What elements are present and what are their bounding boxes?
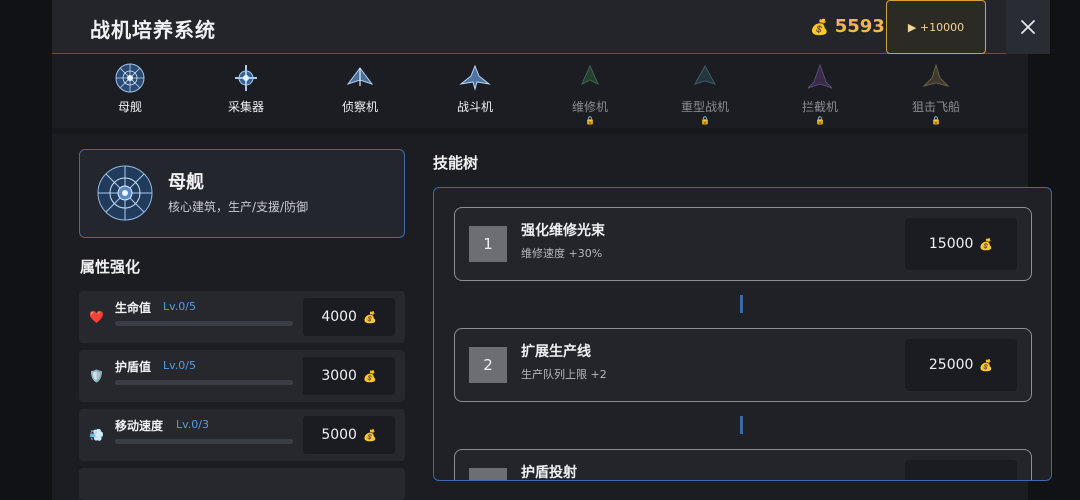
interceptor-icon [807, 63, 833, 89]
skill-tree-panel: 1 强化维修光束 维修速度 +30% 15000 💰 2 扩展生产线 生产队列上… [433, 187, 1052, 481]
ship-tabs: 母舰 采集器 侦察机 战斗机 维修机 🔒 重型战机 🔒 拦截机 🔒 狙击飞船 🔒 [72, 56, 972, 128]
tab-repair[interactable]: 维修机 🔒 [540, 56, 640, 128]
tab-fighter[interactable]: 战斗机 [425, 56, 525, 128]
coin-balance: 💰 5593 [810, 16, 885, 37]
skill-tree-title: 技能树 [433, 154, 479, 172]
shield-icon: 🛡️ [89, 369, 104, 383]
upgrade-button[interactable]: 4000 💰 [303, 298, 395, 336]
tab-label: 战斗机 [456, 100, 493, 114]
sniper-ship-icon [922, 63, 950, 87]
skill-description: 维修速度 +30% [521, 247, 603, 260]
skill-number [469, 468, 507, 480]
lock-icon: 🔒 [585, 116, 595, 125]
tab-label: 重型战机 [680, 100, 729, 114]
level-progress-bar [115, 439, 293, 444]
skill-name: 扩展生产线 [521, 344, 591, 360]
tab-sniper[interactable]: 狙击飞船 🔒 [886, 56, 986, 128]
cost-value: 3000 [321, 368, 357, 384]
harvester-icon [235, 65, 257, 91]
speed-icon: 💨 [89, 428, 104, 442]
skill-connector [740, 416, 743, 434]
selected-ship-card: 母舰 核心建筑，生产/支援/防御 [79, 149, 405, 238]
skill-connector [740, 295, 743, 313]
attribute-level: Lv.0/5 [163, 300, 196, 313]
money-bag-icon: 💰 [979, 358, 994, 372]
coin-amount: 5593 [834, 16, 885, 37]
header-bar: 战机培养系统 💰 5593 ▶ +10000 [52, 0, 1050, 54]
money-bag-icon: 💰 [362, 369, 377, 383]
skill-node[interactable]: 护盾投射 [454, 449, 1032, 481]
heavy-fighter-icon [693, 64, 717, 85]
attribute-name: 生命值 [115, 301, 152, 315]
money-bag-icon: 💰 [362, 428, 377, 442]
ship-description: 核心建筑，生产/支援/防御 [168, 200, 309, 214]
repair-ship-icon [580, 64, 600, 86]
attribute-row-partial [79, 468, 405, 500]
cost-value: 4000 [321, 309, 357, 325]
skill-node[interactable]: 1 强化维修光束 维修速度 +30% 15000 💰 [454, 207, 1032, 281]
skill-node[interactable]: 2 扩展生产线 生产队列上限 +2 25000 💰 [454, 328, 1032, 402]
level-progress-bar [115, 321, 293, 326]
tab-interceptor[interactable]: 拦截机 🔒 [770, 56, 870, 128]
attributes-title: 属性强化 [80, 258, 141, 276]
upgrade-button[interactable]: 5000 💰 [303, 416, 395, 454]
level-progress-bar [115, 380, 293, 385]
mothership-icon [97, 165, 153, 221]
tab-label: 维修机 [571, 100, 608, 114]
lock-icon: 🔒 [931, 116, 941, 125]
fighter-ship-icon [459, 64, 491, 91]
skill-unlock-button[interactable]: 25000 💰 [905, 339, 1017, 391]
divider [52, 128, 1028, 134]
tab-scout[interactable]: 侦察机 [310, 56, 410, 128]
close-button[interactable] [1006, 0, 1050, 54]
skill-name: 护盾投射 [521, 465, 577, 481]
skill-number: 1 [469, 226, 507, 262]
skill-description: 生产队列上限 +2 [521, 368, 607, 381]
money-bag-icon: 💰 [979, 237, 994, 251]
skill-unlock-button[interactable] [905, 460, 1017, 480]
skill-number: 2 [469, 347, 507, 383]
attribute-name: 移动速度 [115, 419, 164, 433]
cost-value: 25000 [928, 357, 974, 373]
cost-value: 15000 [928, 236, 974, 252]
attribute-name: 护盾值 [115, 360, 152, 374]
page-title: 战机培养系统 [90, 18, 216, 42]
tab-label: 拦截机 [801, 100, 838, 114]
tab-label: 采集器 [227, 100, 264, 114]
skill-unlock-button[interactable]: 15000 💰 [905, 218, 1017, 270]
tab-label: 狙击飞船 [911, 100, 960, 114]
ship-name: 母舰 [168, 172, 204, 193]
tab-label: 母舰 [117, 100, 142, 114]
tab-label: 侦察机 [341, 100, 378, 114]
add-coins-button[interactable]: ▶ +10000 [886, 0, 986, 54]
attribute-level: Lv.0/5 [163, 359, 196, 372]
close-icon [1021, 20, 1035, 34]
lock-icon: 🔒 [815, 116, 825, 125]
mothership-icon [115, 63, 145, 93]
skill-name: 强化维修光束 [521, 223, 605, 239]
attribute-row-speed: 💨 移动速度 Lv.0/3 5000 💰 [79, 409, 405, 461]
lock-icon: 🔒 [700, 116, 710, 125]
money-bag-icon: 💰 [810, 17, 829, 36]
attribute-level: Lv.0/3 [176, 418, 209, 431]
money-bag-icon: 💰 [362, 310, 377, 324]
left-margin [0, 0, 52, 500]
scout-ship-icon [346, 67, 374, 86]
attribute-row-hp: ❤️ 生命值 Lv.0/5 4000 💰 [79, 291, 405, 343]
cost-value: 5000 [321, 427, 357, 443]
heart-icon: ❤️ [89, 310, 104, 324]
tab-harvester[interactable]: 采集器 [196, 56, 296, 128]
tab-mothership[interactable]: 母舰 [80, 56, 180, 128]
tab-heavy-fighter[interactable]: 重型战机 🔒 [655, 56, 755, 128]
attribute-row-shield: 🛡️ 护盾值 Lv.0/5 3000 💰 [79, 350, 405, 402]
upgrade-button[interactable]: 3000 💰 [303, 357, 395, 395]
